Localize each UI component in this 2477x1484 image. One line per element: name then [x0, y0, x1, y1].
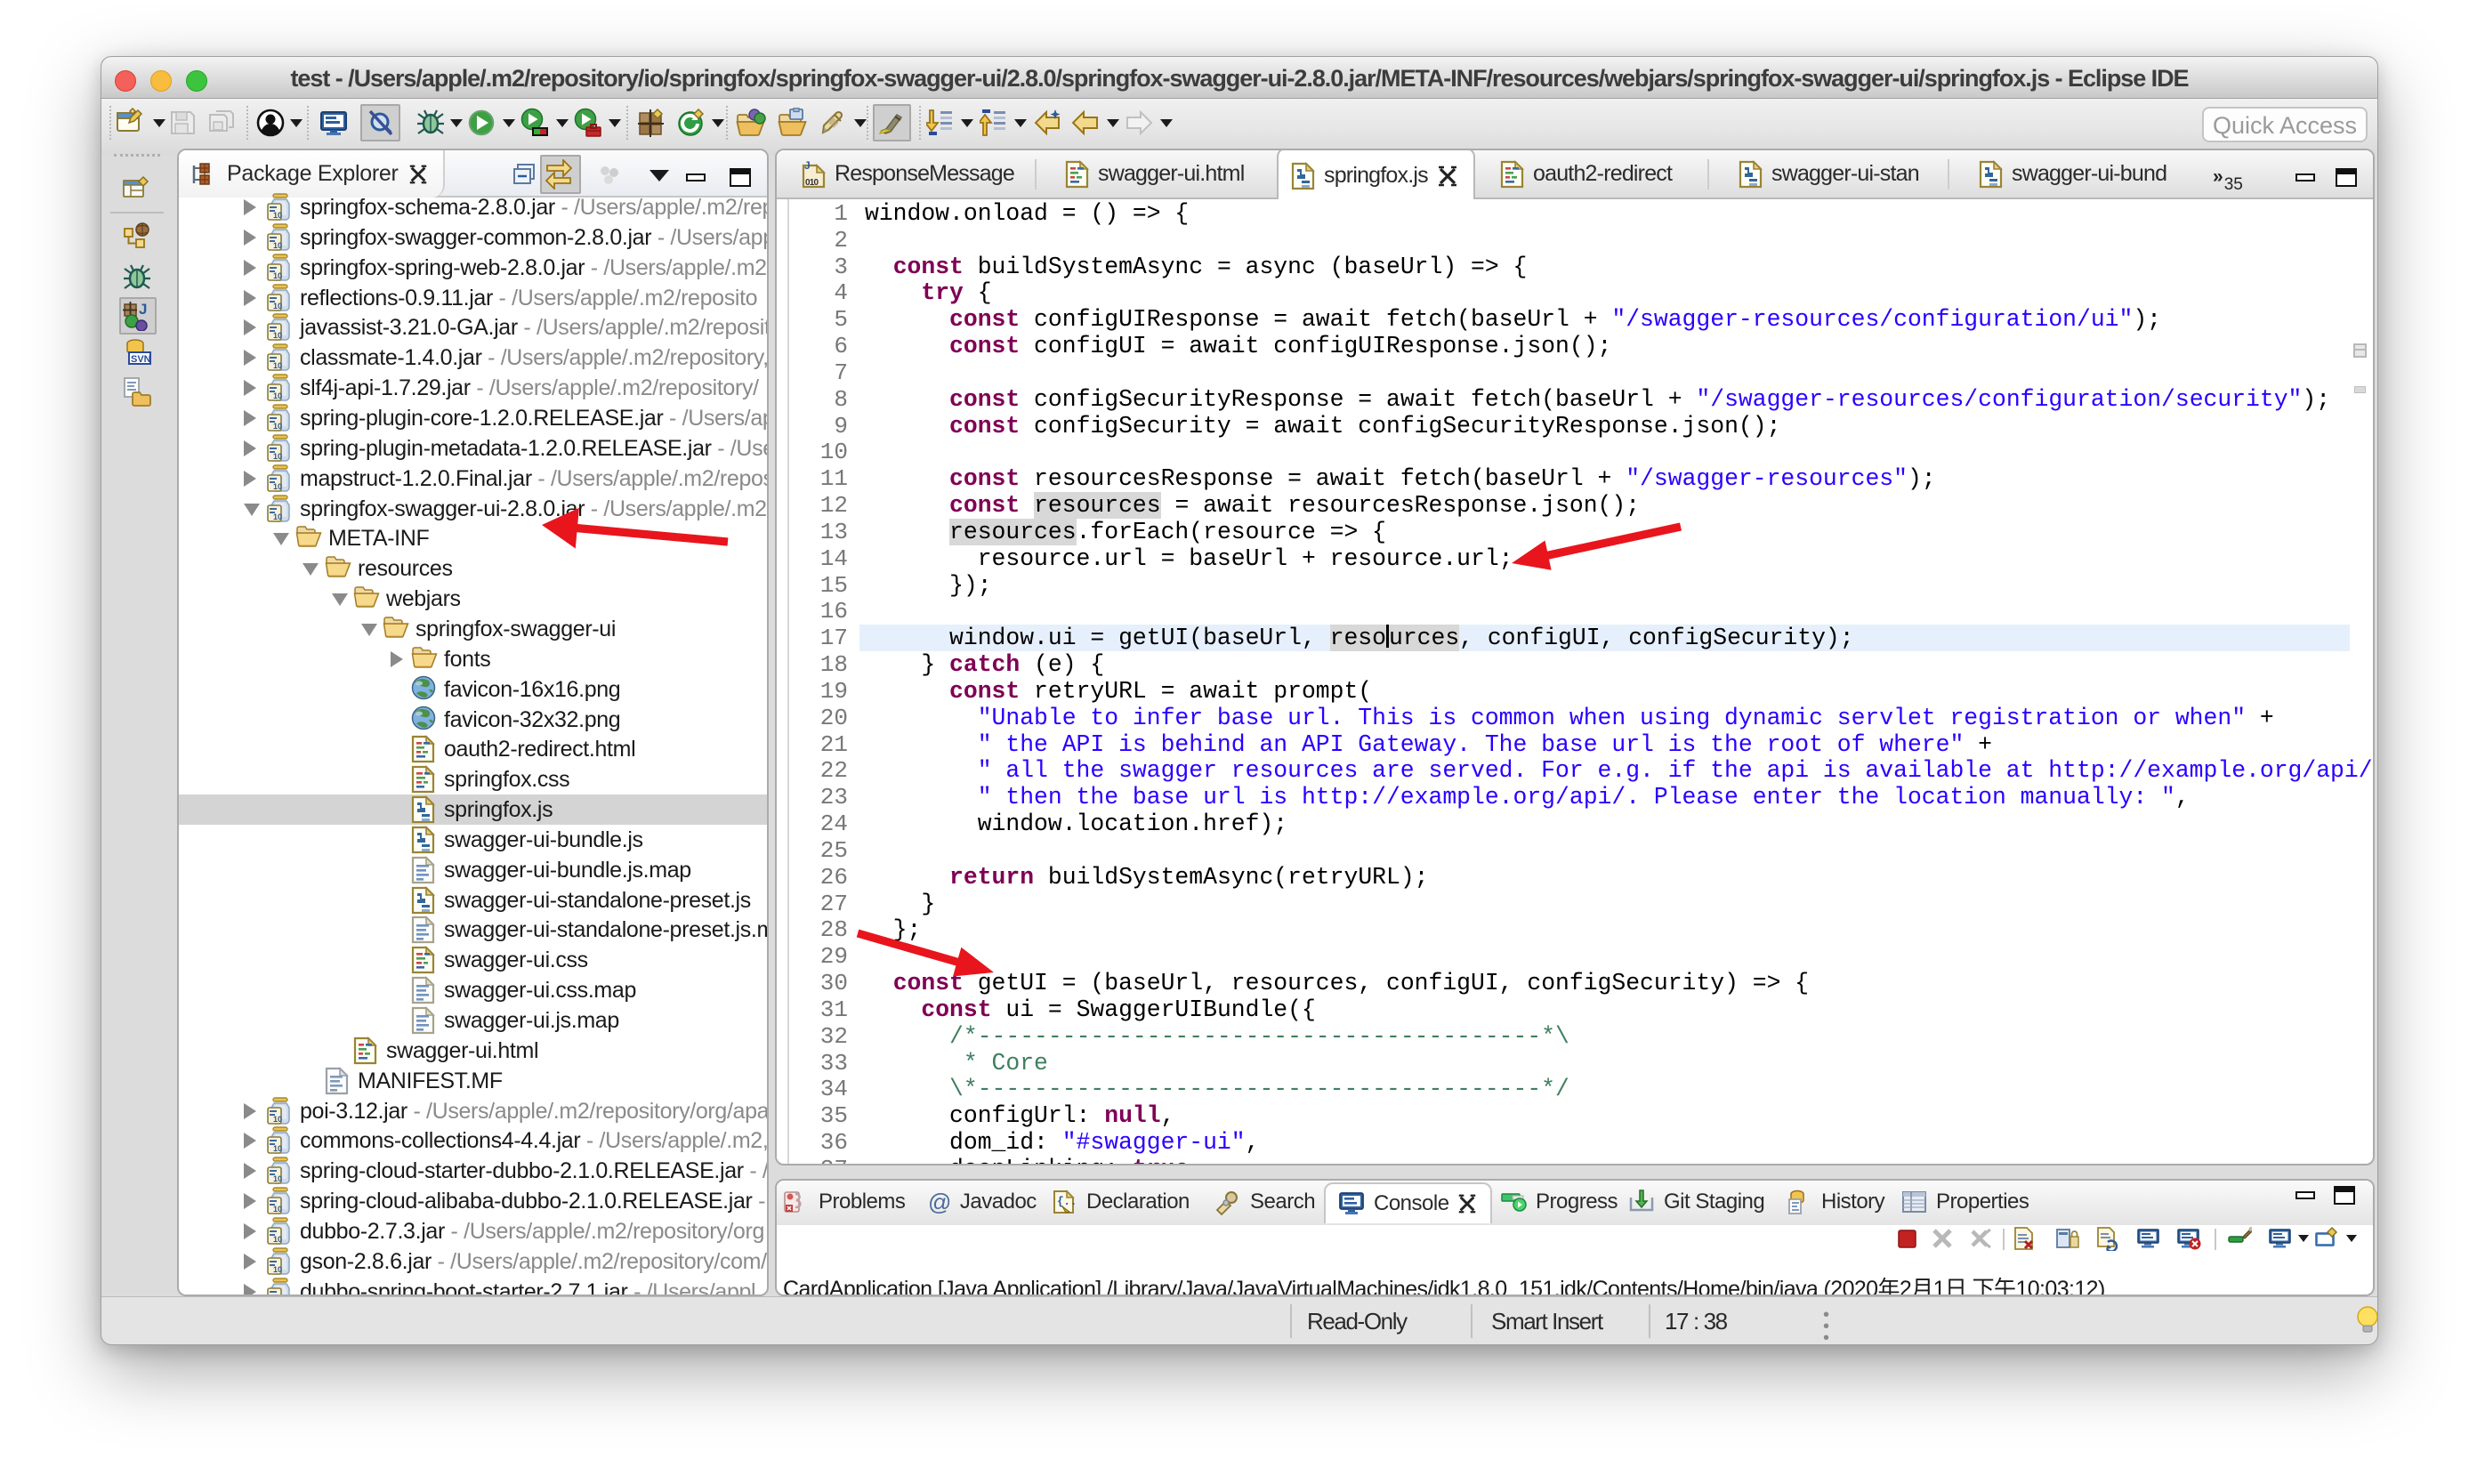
- svg-text:010: 010: [805, 178, 819, 188]
- svg-text:10: 10: [273, 241, 282, 250]
- svg-text:10: 10: [273, 1265, 282, 1274]
- svg-text:10: 10: [273, 271, 282, 280]
- svg-text:10: 10: [273, 452, 282, 461]
- svg-text:10: 10: [273, 1144, 282, 1153]
- svg-text:10: 10: [273, 391, 282, 400]
- svg-text:10: 10: [273, 422, 282, 431]
- svg-text:10: 10: [273, 361, 282, 370]
- svg-text:10: 10: [273, 1205, 282, 1214]
- svg-text:10: 10: [273, 1235, 282, 1244]
- svg-text:10: 10: [273, 512, 282, 521]
- svg-text:10: 10: [273, 211, 282, 220]
- svg-text:10: 10: [273, 1174, 282, 1183]
- svg-text:J: J: [804, 160, 810, 172]
- svg-text:J: J: [139, 301, 147, 318]
- svg-text:{..}: {..}: [1057, 1195, 1077, 1208]
- svg-text:10: 10: [273, 302, 282, 311]
- svg-text:10: 10: [273, 482, 282, 491]
- svg-text:SVN: SVN: [131, 354, 151, 365]
- svg-text:10: 10: [273, 331, 282, 340]
- svg-text:10: 10: [273, 1115, 282, 1124]
